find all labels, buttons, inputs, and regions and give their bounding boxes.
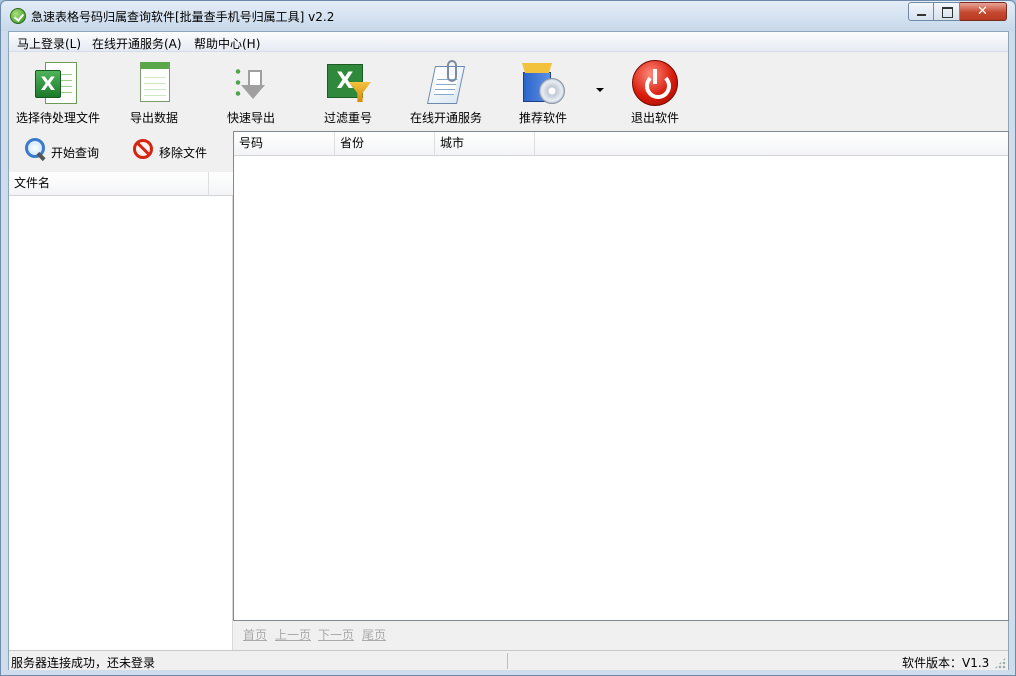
menu-online-service[interactable]: 在线开通服务(A) [92,35,182,52]
app-icon [10,8,26,24]
filter-duplicates-label: 过滤重号 [323,111,372,125]
column-header-number[interactable]: 号码 [234,132,335,155]
result-table[interactable]: 号码 省份 城市 [233,131,1009,621]
filter-duplicates-button[interactable]: 过滤重号 [313,56,383,128]
remove-file-button[interactable]: 移除文件 [131,136,211,164]
client-area: 马上登录(L) 在线开通服务(A) 帮助中心(H) X 选择待处理文件 导出数据… [8,31,1009,670]
pager: 首页 上一页 下一页 尾页 [233,621,1009,651]
export-data-label: 导出数据 [129,111,178,125]
version-status: 软件版本：V1.3 [902,656,990,670]
select-file-label: 选择待处理文件 [15,111,100,125]
start-query-button[interactable]: 开始查询 [23,136,103,164]
maximize-button[interactable] [934,2,960,21]
start-query-label: 开始查询 [51,146,100,160]
column-header-filename[interactable]: 文件名 [9,172,209,195]
power-icon [632,60,678,106]
recommended-software-label: 推荐软件 [518,111,567,125]
pager-prev[interactable]: 上一页 [275,626,311,643]
status-bar: 服务器连接成功，还未登录 软件版本：V1.3 [9,650,1008,670]
column-header-city[interactable]: 城市 [435,132,535,155]
close-button[interactable]: ✕ [960,2,1007,21]
pager-first[interactable]: 首页 [243,626,267,643]
minimize-button[interactable] [908,2,934,21]
export-data-button[interactable]: 导出数据 [119,56,189,128]
window-title: 急速表格号码归属查询软件[批量查手机号归属工具] v2.2 [31,10,335,24]
exit-button[interactable]: 退出软件 [620,56,690,128]
excel-open-icon: X [35,60,79,106]
menu-bar: 马上登录(L) 在线开通服务(A) 帮助中心(H) [9,32,1008,52]
chevron-down-icon[interactable] [596,88,604,92]
recommended-software-button[interactable]: 推荐软件 [508,56,578,128]
no-entry-icon [133,139,153,159]
file-panel: 开始查询 移除文件 文件名 [9,132,233,650]
app-window: 急速表格号码归属查询软件[批量查手机号归属工具] v2.2 ✕ 马上登录(L) … [0,0,1016,676]
document-clip-icon [423,60,467,106]
pager-next[interactable]: 下一页 [318,626,354,643]
quick-export-label: 快速导出 [226,111,275,125]
close-icon: ✕ [977,4,988,19]
file-list[interactable]: 文件名 [9,172,233,650]
menu-help[interactable]: 帮助中心(H) [194,35,260,52]
status-divider [507,653,508,669]
column-header-province[interactable]: 省份 [335,132,435,155]
online-service-button[interactable]: 在线开通服务 [401,56,491,128]
file-list-header: 文件名 [9,172,233,196]
title-bar[interactable]: 急速表格号码归属查询软件[批量查手机号归属工具] v2.2 ✕ [1,1,1015,31]
remove-file-label: 移除文件 [159,146,208,160]
connection-status: 服务器连接成功，还未登录 [11,656,156,670]
result-table-header: 号码 省份 城市 [234,132,1008,156]
toolbar: X 选择待处理文件 导出数据 快速导出 过滤重号 在线开通服务 [9,53,1008,131]
spreadsheet-icon [132,60,176,106]
select-file-button[interactable]: X 选择待处理文件 [11,56,105,128]
quick-export-button[interactable]: 快速导出 [216,56,286,128]
download-arrow-icon [228,60,272,106]
search-icon [25,138,47,160]
exit-label: 退出软件 [630,111,679,125]
pager-last[interactable]: 尾页 [362,626,386,643]
resize-grip[interactable] [994,657,1006,669]
excel-filter-icon [325,60,371,106]
online-service-label: 在线开通服务 [409,111,482,125]
software-box-icon [519,60,565,106]
menu-login[interactable]: 马上登录(L) [17,35,81,52]
